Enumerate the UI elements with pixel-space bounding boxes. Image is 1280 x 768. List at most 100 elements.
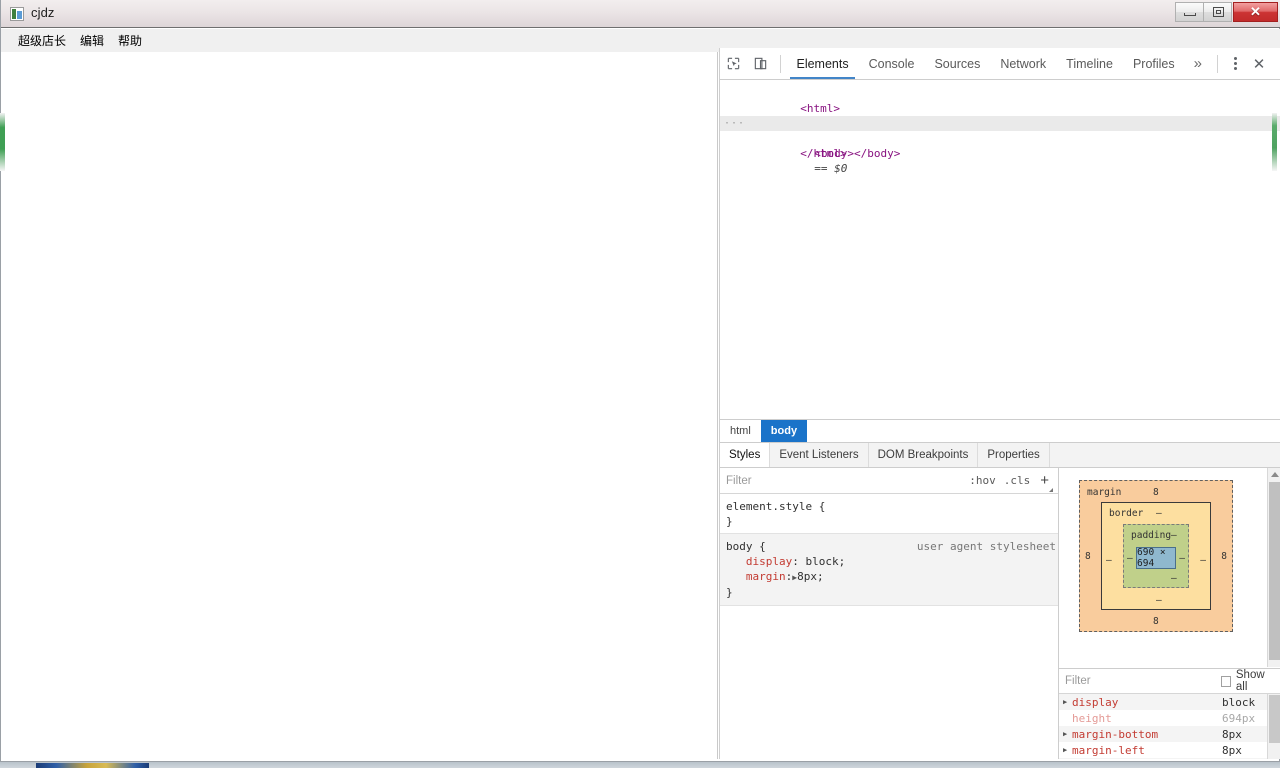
device-toolbar-icon[interactable] [747, 49, 774, 79]
cls-toggle[interactable]: .cls [1000, 474, 1035, 487]
box-model-border[interactable]: border – – – – padding – – – – 690 × 694 [1101, 502, 1211, 610]
tab-dom-breakpoints[interactable]: DOM Breakpoints [869, 443, 979, 467]
tab-elements[interactable]: Elements [786, 48, 858, 79]
breadcrumb-item-html[interactable]: html [720, 420, 761, 442]
title-bar: cjdz ✕ [1, 0, 1280, 28]
metrics-scrollbar[interactable] [1267, 468, 1280, 667]
tab-styles[interactable]: Styles [720, 443, 771, 467]
toolbar-divider [779, 54, 781, 73]
box-model-margin[interactable]: margin 8 8 8 8 border – – – – padding – … [1079, 480, 1233, 632]
close-icon: ✕ [1250, 4, 1261, 19]
screen: cjdz ✕ 超级店长 编辑 帮助 Elements Console Sourc… [0, 0, 1280, 768]
devtools-tab-strip: Elements Console Sources Network Timelin… [786, 48, 1211, 79]
application-window: cjdz ✕ 超级店长 编辑 帮助 Elements Console Sourc… [0, 0, 1280, 762]
tab-sources[interactable]: Sources [924, 48, 990, 79]
tab-overflow-chevron-icon[interactable]: » [1185, 48, 1211, 79]
close-button[interactable]: ✕ [1233, 2, 1278, 22]
css-property-name[interactable]: margin [746, 570, 786, 583]
breadcrumb-item-body[interactable]: body [760, 420, 808, 442]
tab-timeline[interactable]: Timeline [1056, 48, 1123, 79]
menu-item-shop[interactable]: 超级店长 [11, 30, 73, 51]
scrollbar-thumb[interactable] [1269, 695, 1280, 743]
computed-property-row[interactable]: ▶ margin-bottom 8px [1059, 726, 1280, 742]
margin-label: margin [1087, 487, 1122, 498]
padding-top-value[interactable]: – [1171, 530, 1177, 541]
styles-filter-row: :hov .cls + [720, 468, 1058, 494]
padding-right-value[interactable]: – [1179, 553, 1185, 564]
taskbar-window-button[interactable] [36, 763, 149, 768]
css-property-name[interactable]: display [746, 555, 792, 568]
scroll-up-arrow-icon[interactable] [1271, 472, 1279, 477]
padding-label: padding [1131, 530, 1172, 541]
padding-left-value[interactable]: – [1127, 553, 1133, 564]
close-devtools-icon[interactable]: ✕ [1246, 49, 1272, 79]
computed-properties-list[interactable]: ▶ display block height 694px ▶ margin-bo… [1059, 694, 1280, 759]
margin-bottom-value[interactable]: 8 [1153, 616, 1159, 627]
expand-icon[interactable]: ▶ [1063, 730, 1072, 738]
scrollbar-thumb[interactable] [1269, 482, 1280, 660]
box-model-content-size[interactable]: 690 × 694 [1136, 547, 1176, 569]
tab-properties[interactable]: Properties [978, 443, 1050, 467]
expand-icon[interactable]: ▶ [1063, 746, 1072, 754]
computed-property-name: margin-bottom [1072, 727, 1159, 741]
dom-expand-marker[interactable]: ··· [724, 116, 745, 131]
window-controls: ✕ [1175, 2, 1278, 22]
show-all-toggle[interactable]: Show all [1221, 669, 1274, 693]
dom-tree[interactable]: <html> <head></head> ··· <body></body> =… [720, 80, 1280, 420]
css-rule-body[interactable]: user agent stylesheet body { display: blo… [720, 533, 1058, 606]
css-property-value[interactable]: block; [805, 555, 845, 568]
computed-filter-input[interactable] [1063, 674, 1221, 688]
border-top-value[interactable]: – [1156, 508, 1162, 519]
computed-property-value: block [1222, 695, 1256, 709]
tab-console[interactable]: Console [859, 48, 925, 79]
show-all-label: Show all [1235, 669, 1265, 693]
dom-row[interactable]: </html> [720, 131, 1280, 160]
styles-metrics-split: :hov .cls + element.style { } user agent… [720, 468, 1280, 759]
margin-left-value[interactable]: 8 [1085, 551, 1091, 562]
right-edge-indicator [1272, 113, 1277, 171]
new-style-rule-button[interactable]: + [1034, 473, 1053, 492]
tab-event-listeners[interactable]: Event Listeners [770, 443, 869, 467]
dom-row[interactable]: ··· <body></body> == $0 [720, 116, 1280, 175]
devtools-toolbar: Elements Console Sources Network Timelin… [720, 48, 1280, 80]
computed-property-row[interactable]: ▶ margin-right 8px [1059, 758, 1280, 759]
border-right-value[interactable]: – [1200, 555, 1206, 566]
more-options-icon[interactable] [1224, 49, 1246, 79]
maximize-button[interactable] [1203, 2, 1232, 22]
padding-bottom-value[interactable]: – [1171, 573, 1177, 584]
css-selector: body { [726, 540, 766, 553]
devtools-toolbar-right: ✕ [1211, 48, 1280, 79]
border-bottom-value[interactable]: – [1156, 595, 1162, 606]
computed-property-row[interactable]: ▶ margin-left 8px [1059, 742, 1280, 758]
minimize-button[interactable] [1175, 2, 1204, 22]
computed-property-value: 694px [1222, 711, 1256, 725]
styles-filter-input[interactable] [722, 473, 966, 488]
dom-row[interactable]: <head></head> [720, 101, 1280, 130]
computed-property-row[interactable]: ▶ display block [1059, 694, 1280, 710]
menu-item-help[interactable]: 帮助 [111, 30, 149, 51]
box-model-padding[interactable]: padding – – – – 690 × 694 [1123, 524, 1189, 588]
css-rule-source: user agent stylesheet [916, 540, 1056, 553]
computed-property-value: 8px [1222, 727, 1242, 741]
inspect-element-icon[interactable] [720, 49, 747, 79]
dom-row[interactable]: <html> [720, 86, 1280, 115]
menu-item-edit[interactable]: 编辑 [73, 30, 111, 51]
tab-network[interactable]: Network [990, 48, 1056, 79]
border-left-value[interactable]: – [1106, 555, 1112, 566]
expand-icon[interactable]: ▶ [1063, 698, 1072, 706]
hov-toggle[interactable]: :hov [965, 474, 1000, 487]
show-all-checkbox[interactable] [1221, 675, 1231, 687]
css-rule-element-style[interactable]: element.style { } [720, 494, 1058, 533]
css-rule-close: } [726, 586, 733, 599]
minimize-icon [1184, 13, 1196, 16]
computed-property-name: display [1072, 695, 1119, 709]
computed-scrollbar[interactable] [1267, 694, 1280, 759]
margin-right-value[interactable]: 8 [1221, 551, 1227, 562]
page-viewport[interactable] [2, 52, 718, 759]
maximize-icon [1213, 7, 1224, 17]
styles-pane: :hov .cls + element.style { } user agent… [720, 468, 1059, 759]
css-property-value[interactable]: 8px; [797, 570, 824, 583]
margin-top-value[interactable]: 8 [1153, 487, 1159, 498]
computed-property-row[interactable]: height 694px [1059, 710, 1280, 726]
tab-profiles[interactable]: Profiles [1123, 48, 1185, 79]
